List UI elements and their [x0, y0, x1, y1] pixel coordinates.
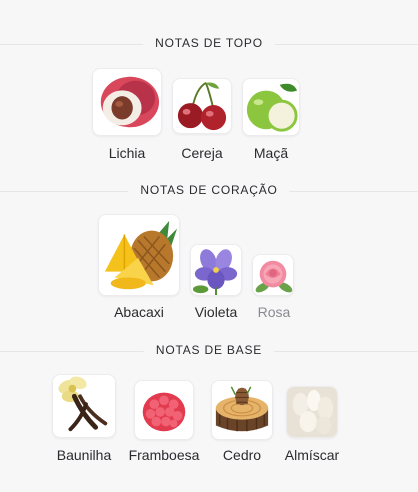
note-label: Abacaxi — [114, 304, 164, 320]
violet-icon — [190, 244, 242, 296]
cedar-icon — [211, 380, 273, 440]
section-header-top-notes: NOTAS DE TOPO — [0, 34, 418, 54]
musk-icon — [286, 386, 338, 438]
pineapple-icon — [98, 214, 180, 296]
raspberry-icon — [134, 380, 194, 440]
apple-icon — [242, 78, 300, 136]
section-header-heart-notes: NOTAS DE CORAÇÃO — [0, 181, 418, 201]
note-label: Maçã — [253, 145, 289, 161]
rose-icon — [252, 254, 294, 296]
note-label: Cedro — [222, 447, 262, 463]
note-label: Baunilha — [56, 447, 112, 463]
section-header-base-notes: NOTAS DE BASE — [0, 341, 418, 361]
lychee-icon — [92, 68, 162, 136]
note-label: Violeta — [194, 304, 238, 320]
note-label: Cereja — [181, 145, 223, 161]
note-label: Rosa — [257, 304, 291, 320]
section-title: NOTAS DE BASE — [143, 341, 275, 359]
vanilla-icon — [52, 374, 116, 438]
section-title: NOTAS DE TOPO — [143, 34, 275, 52]
section-title: NOTAS DE CORAÇÃO — [128, 181, 290, 199]
cherry-icon — [172, 78, 232, 134]
note-label: Lichia — [108, 145, 146, 161]
note-label: Almíscar — [284, 447, 340, 463]
note-label: Framboesa — [128, 447, 200, 463]
